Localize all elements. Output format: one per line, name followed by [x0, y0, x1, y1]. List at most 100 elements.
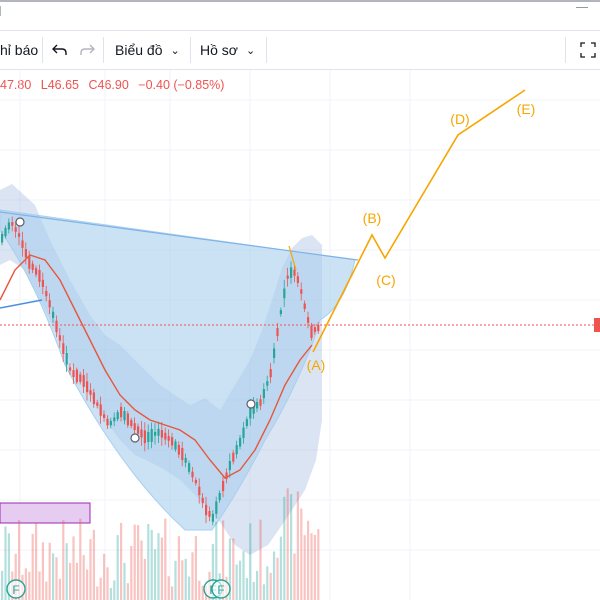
volume-bar — [256, 570, 259, 600]
candle-body — [208, 510, 211, 517]
candle-body — [28, 255, 31, 269]
candle-body — [140, 429, 143, 438]
candle-body — [245, 419, 248, 427]
candle-body — [279, 310, 282, 315]
candle-body — [86, 381, 89, 393]
volume-bar — [279, 536, 282, 600]
volume-bar — [52, 553, 55, 600]
candle-body — [215, 501, 218, 514]
event-marker-label: F — [217, 583, 224, 597]
price-chart-canvas[interactable]: FFF (A)(B)(C)(D)(E) — [0, 70, 600, 600]
volume-bar — [31, 533, 34, 600]
wave-label[interactable]: (C) — [376, 272, 395, 288]
candle-body — [262, 389, 265, 399]
candle-body — [89, 390, 92, 395]
volume-bar — [259, 519, 262, 600]
candle-body — [79, 374, 82, 382]
wave-label[interactable]: (B) — [363, 210, 382, 226]
candle-body — [58, 335, 61, 341]
candle-body — [123, 410, 126, 421]
toolbar-separator — [42, 37, 43, 63]
candle-body — [133, 423, 136, 430]
alerts-button[interactable]: hỉ báo — [0, 31, 38, 69]
candle-body — [154, 431, 157, 436]
volume-bar — [245, 578, 248, 600]
volume-bar — [300, 508, 303, 600]
candle-body — [143, 430, 146, 444]
volume-bar — [194, 536, 197, 600]
volume-bar — [164, 518, 167, 600]
volume-bar — [307, 520, 310, 600]
event-marker-label: F — [12, 583, 19, 597]
candle-body — [228, 461, 231, 471]
candle-body — [96, 402, 99, 406]
wave-label[interactable]: (D) — [450, 111, 469, 127]
candle-body — [283, 288, 286, 299]
window-top-strip — [0, 0, 600, 30]
price-marker-dot[interactable] — [246, 399, 256, 409]
candle-body — [242, 427, 245, 439]
alerts-label: hỉ báo — [0, 42, 39, 58]
profile-menu-label: Hồ sơ — [200, 42, 238, 58]
candle-body — [120, 406, 123, 418]
candle-body — [235, 445, 238, 455]
candle-body — [48, 300, 51, 308]
candle-body — [24, 249, 27, 258]
volume-bar — [286, 488, 289, 600]
volume-bar — [65, 543, 68, 600]
candle-body — [126, 413, 129, 426]
candle-body — [184, 458, 187, 463]
volume-bar — [55, 557, 58, 600]
candle-body — [174, 441, 177, 450]
candle-body — [276, 328, 279, 336]
candle-body — [293, 269, 296, 276]
candle-body — [21, 240, 24, 248]
volume-bar — [232, 538, 235, 600]
candle-body — [290, 267, 293, 278]
candle-body — [167, 436, 170, 441]
volume-bar — [191, 552, 194, 600]
volume-bar — [96, 586, 99, 600]
volume-bar — [103, 553, 106, 600]
volume-bar — [116, 535, 119, 600]
volume-bar — [174, 560, 177, 600]
minimize-icon[interactable] — [576, 7, 588, 9]
price-marker-dot[interactable] — [130, 433, 140, 443]
candle-body — [4, 228, 7, 237]
volume-bar — [113, 580, 116, 600]
candle-body — [1, 233, 4, 243]
candle-body — [92, 392, 95, 405]
candle-body — [188, 463, 191, 472]
volume-bar — [79, 518, 82, 600]
candle-body — [99, 404, 102, 416]
candle-body — [191, 471, 194, 478]
fullscreen-button[interactable] — [580, 31, 596, 69]
profile-menu-dropdown[interactable]: Hồ sơ ⌄ — [200, 31, 255, 69]
candle-body — [150, 428, 153, 442]
wave-label[interactable]: (E) — [517, 101, 536, 117]
candle-body — [198, 486, 201, 496]
candle-body — [303, 303, 306, 309]
volume-bar — [239, 560, 242, 600]
candle-body — [45, 290, 48, 297]
price-marker-dot[interactable] — [15, 217, 25, 227]
volume-bar — [4, 526, 7, 600]
chart-menu-dropdown[interactable]: Biểu đồ ⌄ — [115, 31, 180, 69]
price-scale-marker — [594, 318, 600, 332]
volume-bar — [41, 542, 44, 600]
volume-bar — [89, 539, 92, 600]
volume-bar — [38, 571, 41, 600]
redo-button[interactable] — [79, 31, 95, 69]
candle-body — [160, 430, 163, 438]
volume-bar — [198, 580, 201, 600]
candle-body — [157, 428, 160, 436]
trend-line — [0, 299, 43, 309]
volume-bar — [188, 576, 191, 600]
candle-body — [194, 479, 197, 484]
candle-body — [300, 289, 303, 294]
volume-bar — [171, 586, 174, 600]
undo-button[interactable] — [52, 31, 68, 69]
candle-body — [65, 352, 68, 365]
wave-label[interactable]: (A) — [307, 357, 326, 373]
toolbar-separator — [266, 37, 267, 63]
